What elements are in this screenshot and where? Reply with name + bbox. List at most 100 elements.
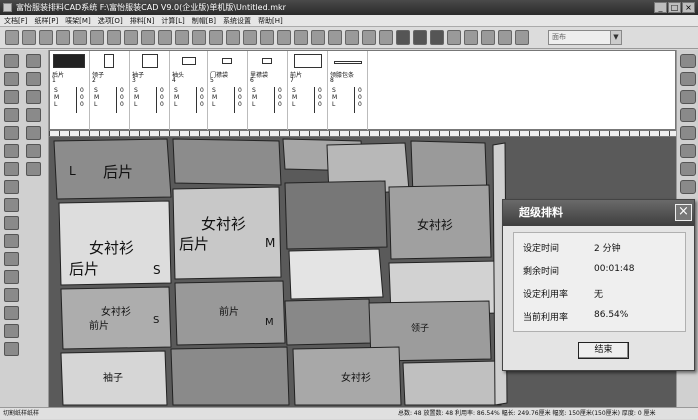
fabric-select[interactable]: 面布 ▼	[548, 30, 622, 45]
report-icon[interactable]	[447, 30, 461, 45]
chevron-down-icon[interactable]: ▼	[610, 31, 621, 44]
pattern-piece[interactable]	[288, 248, 384, 300]
close-window-button[interactable]: ×	[682, 2, 695, 13]
select-arrow-icon[interactable]	[4, 54, 19, 68]
redo-icon[interactable]	[226, 30, 240, 45]
new-file-icon[interactable]	[5, 30, 19, 45]
zoom-page-icon[interactable]	[680, 54, 696, 68]
fold-icon[interactable]	[141, 30, 155, 45]
menu-pattern[interactable]: 纸样[P]	[31, 15, 62, 27]
stamp-icon[interactable]	[4, 234, 19, 248]
curve-icon[interactable]	[4, 216, 19, 230]
pattern-piece[interactable]	[172, 138, 282, 186]
pattern-piece[interactable]	[284, 298, 372, 346]
people-icon[interactable]	[680, 162, 696, 176]
export-icon[interactable]	[498, 30, 512, 45]
text-icon[interactable]	[362, 30, 376, 45]
zoom-icon[interactable]	[4, 72, 19, 86]
circle-icon[interactable]	[311, 30, 325, 45]
garment-icon[interactable]	[158, 30, 172, 45]
calc-icon[interactable]	[481, 30, 495, 45]
fit-icon[interactable]	[4, 126, 19, 140]
menu-calculate[interactable]: 计算[L]	[157, 15, 187, 27]
marker-list-icon[interactable]	[4, 288, 19, 302]
flip-icon[interactable]	[26, 108, 41, 122]
save-icon[interactable]	[39, 30, 53, 45]
open-file-icon[interactable]	[22, 30, 36, 45]
pattern-piece[interactable]	[284, 180, 388, 250]
menu-file[interactable]: 文档[F]	[0, 15, 31, 27]
paste-icon[interactable]	[4, 270, 19, 284]
marker-icon[interactable]	[107, 30, 121, 45]
zoom-in-icon[interactable]	[4, 90, 19, 104]
menu-system-settings[interactable]: 系统设置	[219, 15, 254, 27]
menu-layout[interactable]: 排料[N]	[126, 15, 158, 27]
ruler-icon[interactable]	[4, 198, 19, 212]
block-icon[interactable]	[4, 306, 19, 320]
grid-icon[interactable]	[328, 30, 342, 45]
minimize-button[interactable]: _	[654, 2, 667, 13]
shirt-icon[interactable]	[90, 30, 104, 45]
piece-label: 后片	[103, 163, 133, 181]
dress-icon[interactable]	[243, 30, 257, 45]
chart-icon[interactable]	[464, 30, 478, 45]
pattern-piece[interactable]	[170, 346, 290, 406]
piece-item[interactable]: 袖头 4 S M L 0 0 0	[170, 51, 208, 130]
piece-item[interactable]: 门襟袋 5 S M L 0 0 0	[208, 51, 248, 130]
pattern-piece[interactable]	[402, 360, 502, 406]
piece-item[interactable]: 领子 2 S M L 0 0 0	[90, 51, 130, 130]
layers-icon[interactable]	[4, 324, 19, 338]
undo-icon[interactable]	[209, 30, 223, 45]
pin-icon[interactable]	[4, 180, 19, 194]
trouser-icon[interactable]	[260, 30, 274, 45]
pattern-piece[interactable]	[172, 186, 282, 280]
rotate-icon[interactable]	[26, 90, 41, 104]
piece-label: 领子	[411, 322, 429, 334]
piece-item[interactable]: 袖子 3 S M L 0 0 0	[130, 51, 170, 130]
close-icon[interactable]: ×	[675, 204, 692, 221]
person-icon[interactable]	[680, 126, 696, 140]
horizontal-ruler	[49, 130, 676, 137]
layout-icon[interactable]	[396, 30, 410, 45]
menu-hat[interactable]: 制帽[B]	[188, 15, 219, 27]
menu-options[interactable]: 选项[O]	[94, 15, 126, 27]
cut-icon[interactable]	[192, 30, 206, 45]
delete-icon[interactable]	[515, 30, 529, 45]
group-icon[interactable]	[680, 144, 696, 158]
zoom-out-icon[interactable]	[4, 108, 19, 122]
split-icon[interactable]	[26, 144, 41, 158]
zoom-fit-icon[interactable]	[680, 90, 696, 104]
piece-select-icon[interactable]	[26, 54, 41, 68]
menu-marker[interactable]: 唛架[M]	[61, 15, 94, 27]
copy-icon[interactable]	[4, 252, 19, 266]
maximize-button[interactable]: □	[668, 2, 681, 13]
piece-item[interactable]: 后片 1 S M L 0 0 0	[50, 51, 90, 130]
layout-list-icon[interactable]	[413, 30, 427, 45]
measure-icon[interactable]	[345, 30, 359, 45]
print-icon[interactable]	[56, 30, 70, 45]
zoom-width-icon[interactable]	[680, 72, 696, 86]
coat-icon[interactable]	[277, 30, 291, 45]
end-button[interactable]: 结束	[578, 342, 629, 359]
piece-thumbnail	[104, 54, 114, 68]
magnifier-icon[interactable]	[4, 162, 19, 176]
layout-grid-icon[interactable]	[430, 30, 444, 45]
hand-icon[interactable]	[4, 144, 19, 158]
align-icon[interactable]	[26, 126, 41, 140]
table-icon[interactable]	[175, 30, 189, 45]
piece-item[interactable]: 里襟袋 6 S M L 0 0 0	[248, 51, 288, 130]
view-all-icon[interactable]	[680, 108, 696, 122]
pattern-icon[interactable]	[73, 30, 87, 45]
move-icon[interactable]	[26, 72, 41, 86]
size-separator	[196, 87, 197, 113]
home-icon[interactable]	[4, 342, 19, 356]
piece-item[interactable]: 前片 7 S M L 0 0 0	[288, 51, 328, 130]
piece-counts: 0 0 0	[200, 87, 204, 108]
hat-icon[interactable]	[379, 30, 393, 45]
building-icon[interactable]	[680, 180, 696, 194]
menu-help[interactable]: 帮助[H]	[254, 15, 286, 27]
piece-icon[interactable]	[124, 30, 138, 45]
skirt-icon[interactable]	[294, 30, 308, 45]
piece-item[interactable]: 领膝包条 8 S M L 0 0 0	[328, 51, 368, 130]
gear-icon[interactable]	[26, 162, 41, 176]
